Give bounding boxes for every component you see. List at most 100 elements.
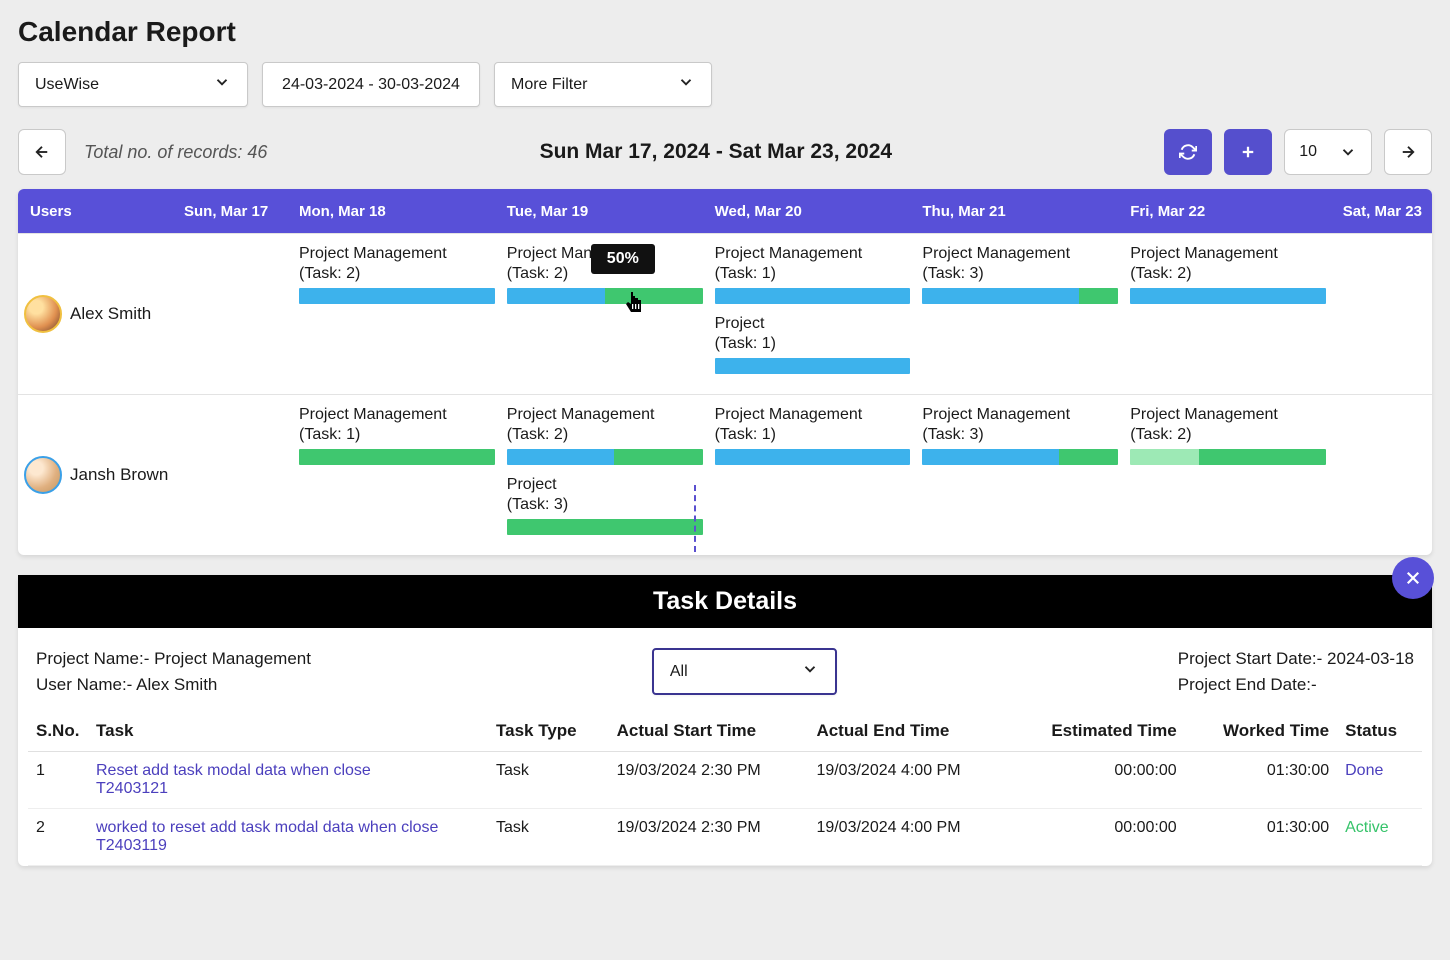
col-header-sun: Sun, Mar 17: [178, 203, 293, 220]
day-cell: [178, 405, 293, 545]
cell-task: worked to reset add task modal data when…: [88, 809, 488, 866]
add-button[interactable]: [1224, 129, 1272, 175]
cell-sno: 1: [28, 752, 88, 809]
progress-bar: [922, 449, 1118, 465]
task-block-label: Project Management(Task: 2): [299, 244, 495, 284]
workspace-value: UseWise: [35, 76, 99, 94]
calendar-row: Alex SmithProject Management(Task: 2)Pro…: [18, 233, 1432, 394]
cell-start: 19/03/2024 2:30 PM: [609, 752, 809, 809]
week-range-label: Sun Mar 17, 2024 - Sat Mar 23, 2024: [267, 140, 1164, 164]
day-cell: Project Management(Task: 1): [293, 405, 501, 545]
th-worked: Worked Time: [1185, 711, 1337, 752]
task-block[interactable]: Project Management(Task: 3): [922, 244, 1118, 304]
table-row: 1Reset add task modal data when closeT24…: [28, 752, 1422, 809]
progress-segment: [605, 288, 703, 304]
task-block[interactable]: Project Management(Task: 2): [507, 405, 703, 465]
task-block-label: Project Management(Task: 2): [1130, 244, 1326, 284]
progress-segment: [299, 449, 495, 465]
records-count: Total no. of records: 46: [84, 142, 267, 163]
task-block-label: Project Management(Task: 2): [1130, 405, 1326, 445]
task-block[interactable]: Project Management(Task: 3): [922, 405, 1118, 465]
more-filter-dropdown[interactable]: More Filter: [494, 62, 712, 107]
progress-segment: [715, 358, 911, 374]
cell-est: 00:00:00: [1008, 809, 1184, 866]
user-name: Jansh Brown: [70, 465, 168, 485]
avatar: [24, 456, 62, 494]
cell-type: Task: [488, 752, 609, 809]
progress-bar: [507, 519, 703, 535]
col-header-users: Users: [18, 203, 178, 220]
day-cell: Project Management(Task: 2) Project(Task:…: [501, 405, 709, 545]
day-cell: Project Management(Task: 3): [916, 405, 1124, 545]
cell-start: 19/03/2024 2:30 PM: [609, 809, 809, 866]
project-name-label: Project Name:- Project Management: [36, 646, 311, 672]
percent-tooltip: 50%: [591, 244, 655, 274]
task-link[interactable]: Reset add task modal data when closeT240…: [96, 762, 371, 797]
day-cell: [1332, 405, 1432, 545]
task-block-label: Project(Task: 3): [507, 475, 703, 515]
page-size-dropdown[interactable]: 10: [1284, 129, 1372, 175]
details-filter-value: All: [670, 663, 688, 681]
workspace-dropdown[interactable]: UseWise: [18, 62, 248, 107]
progress-segment: [1130, 449, 1199, 465]
table-row: 2worked to reset add task modal data whe…: [28, 809, 1422, 866]
task-block[interactable]: Project Management(Task: 2): [299, 244, 495, 304]
task-block-label: Project Management(Task: 3): [922, 405, 1118, 445]
control-row: Total no. of records: 46 Sun Mar 17, 202…: [18, 129, 1432, 175]
cell-task: Reset add task modal data when closeT240…: [88, 752, 488, 809]
cell-status: Done: [1337, 752, 1422, 809]
task-block[interactable]: Project Management(Task: 1): [299, 405, 495, 465]
refresh-button[interactable]: [1164, 129, 1212, 175]
chevron-down-icon: [213, 73, 231, 96]
close-button[interactable]: [1392, 557, 1434, 599]
col-header-sat: Sat, Mar 23: [1332, 203, 1432, 220]
details-meta-right: Project Start Date:- 2024-03-18 Project …: [1178, 646, 1414, 697]
day-cell: Project Management(Task: 3): [916, 244, 1124, 384]
calendar-row: Jansh BrownProject Management(Task: 1)Pr…: [18, 394, 1432, 555]
daterange-dropdown[interactable]: 24-03-2024 - 30-03-2024: [262, 62, 480, 107]
day-cell: Project Management(Task: 1) Project(Task:…: [709, 244, 917, 384]
task-block-label: Project(Task: 1): [715, 314, 911, 354]
details-filter-dropdown[interactable]: All: [652, 648, 837, 695]
col-header-mon: Mon, Mar 18: [293, 203, 501, 220]
task-block[interactable]: Project(Task: 1): [715, 314, 911, 374]
day-cell: [1332, 244, 1432, 384]
task-block[interactable]: Project Management(Task: 1): [715, 244, 911, 304]
task-block-label: Project Management(Task: 1): [715, 244, 911, 284]
task-block[interactable]: Project Management(Task: 2): [1130, 405, 1326, 465]
prev-button[interactable]: [18, 129, 66, 175]
day-cell: Project Management(Task: 1): [709, 405, 917, 545]
progress-segment: [922, 449, 1059, 465]
task-block[interactable]: Project Management(Task: 2): [1130, 244, 1326, 304]
task-link[interactable]: worked to reset add task modal data when…: [96, 819, 438, 854]
user-cell: Jansh Brown: [18, 405, 178, 545]
chevron-down-icon: [801, 660, 819, 683]
day-cell: Project Management(Task: 2)50%: [501, 244, 709, 384]
progress-bar: [507, 449, 703, 465]
progress-bar: [922, 288, 1118, 304]
progress-segment: [507, 449, 615, 465]
progress-bar: [715, 288, 911, 304]
task-block[interactable]: Project Management(Task: 1): [715, 405, 911, 465]
progress-segment: [715, 449, 911, 465]
task-block-label: Project Management(Task: 1): [715, 405, 911, 445]
col-header-thu: Thu, Mar 21: [916, 203, 1124, 220]
day-cell: Project Management(Task: 2): [1124, 405, 1332, 545]
day-cell: [178, 244, 293, 384]
calendar-header: Users Sun, Mar 17 Mon, Mar 18 Tue, Mar 1…: [18, 189, 1432, 233]
progress-segment: [1199, 449, 1326, 465]
cell-end: 19/03/2024 4:00 PM: [808, 752, 1008, 809]
progress-segment: [715, 288, 911, 304]
avatar: [24, 295, 62, 333]
cell-sno: 2: [28, 809, 88, 866]
col-header-tue: Tue, Mar 19: [501, 203, 709, 220]
th-start: Actual Start Time: [609, 711, 809, 752]
day-cell: Project Management(Task: 2): [1124, 244, 1332, 384]
next-button[interactable]: [1384, 129, 1432, 175]
page-title: Calendar Report: [18, 16, 1432, 48]
progress-bar: [1130, 288, 1326, 304]
task-block[interactable]: Project(Task: 3): [507, 475, 703, 535]
progress-segment: [299, 288, 495, 304]
cell-est: 00:00:00: [1008, 752, 1184, 809]
project-start-label: Project Start Date:- 2024-03-18: [1178, 646, 1414, 672]
